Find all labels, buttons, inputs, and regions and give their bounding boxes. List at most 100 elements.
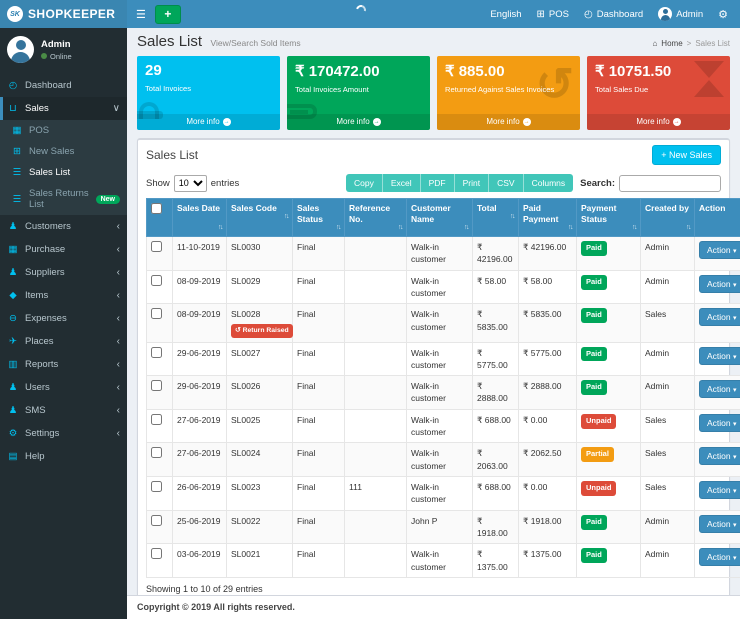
more-info-link[interactable]: More info→ [137, 114, 280, 130]
sidebar-item-sms[interactable]: ♟SMS‹ [0, 399, 127, 422]
sort-icon[interactable]: ↑↓ [568, 223, 572, 232]
column-header-customer-name[interactable]: Customer Name↑↓ [407, 199, 473, 237]
payment-status-badge: Paid [581, 308, 607, 323]
action-button[interactable]: Action ▾ [699, 481, 740, 499]
sidebar-item-places[interactable]: ✈Places‹ [0, 330, 127, 353]
search-input[interactable] [619, 175, 721, 192]
row-checkbox[interactable] [151, 380, 162, 391]
sort-icon[interactable]: ↑↓ [464, 223, 468, 232]
row-checkbox[interactable] [151, 308, 162, 319]
sidebar-user-panel: Admin Online [0, 28, 127, 72]
panel-title: Sales List [146, 148, 198, 162]
print-button[interactable]: Print [455, 174, 489, 192]
column-header-sales-status[interactable]: Sales Status↑↓ [293, 199, 345, 237]
column-header-created-by[interactable]: Created by↑↓ [641, 199, 695, 237]
sidebar-item-suppliers[interactable]: ♟Suppliers‹ [0, 261, 127, 284]
panel-header: Sales List + New Sales [138, 140, 729, 170]
cogs-icon[interactable]: ⚙ [718, 8, 728, 21]
sidebar-item-dashboard[interactable]: ◴Dashboard [0, 74, 127, 97]
infobox-total-invoices: 29Total InvoicesMore info→ [137, 56, 280, 130]
more-info-link[interactable]: More info→ [287, 114, 430, 130]
sidebar-item-items[interactable]: ◆Items‹ [0, 284, 127, 307]
row-checkbox[interactable] [151, 414, 162, 425]
sidebar-item-new-sales[interactable]: ⊞New Sales [0, 141, 127, 162]
csv-button[interactable]: CSV [489, 174, 523, 192]
row-checkbox[interactable] [151, 481, 162, 492]
row-checkbox[interactable] [151, 515, 162, 526]
sort-icon[interactable]: ↑↓ [510, 212, 514, 221]
customer-cell: Walk-in customer [407, 409, 473, 443]
sort-icon[interactable]: ↑↓ [398, 223, 402, 232]
sidebar-item-pos[interactable]: ▦POS [0, 120, 127, 141]
action-button[interactable]: Action ▾ [699, 347, 740, 365]
sidebar-item-users[interactable]: ♟Users‹ [0, 376, 127, 399]
action-cell: Action ▾ [695, 342, 740, 376]
action-button[interactable]: Action ▾ [699, 515, 740, 533]
sidebar-item-expenses[interactable]: ⊖Expenses‹ [0, 307, 127, 330]
sidebar-item-help[interactable]: ▤Help [0, 445, 127, 468]
sidebar-item-label: Sales List [29, 167, 70, 178]
column-header-paid-payment[interactable]: Paid Payment↑↓ [519, 199, 577, 237]
action-button[interactable]: Action ▾ [699, 548, 740, 566]
select-all-checkbox[interactable] [151, 203, 162, 214]
action-button[interactable]: Action ▾ [699, 308, 740, 326]
sidebar-item-sales-list[interactable]: ☰Sales List [0, 162, 127, 183]
row-checkbox[interactable] [151, 347, 162, 358]
column-header-sales-date[interactable]: Sales Date↑↓ [173, 199, 227, 237]
paid-payment-cell: ₹ 42196.00 [519, 237, 577, 271]
sidebar-item-sales-returns-list[interactable]: ☰Sales Returns ListNew [0, 183, 127, 215]
sales-date-cell: 08-09-2019 [173, 304, 227, 342]
breadcrumb-home[interactable]: Home [661, 39, 682, 48]
sales-date-cell: 25-06-2019 [173, 510, 227, 544]
more-info-link[interactable]: More info→ [437, 114, 580, 130]
action-cell: Action ▾ [695, 409, 740, 443]
action-button[interactable]: Action ▾ [699, 275, 740, 293]
new-sales-button[interactable]: + New Sales [652, 145, 721, 165]
sidebar-item-reports[interactable]: ▥Reports‹ [0, 353, 127, 376]
column-header-reference-no-[interactable]: Reference No.↑↓ [345, 199, 407, 237]
columns-button[interactable]: Columns [524, 174, 574, 192]
user-menu[interactable]: Admin [658, 7, 703, 21]
column-header-payment-status[interactable]: Payment Status↑↓ [577, 199, 641, 237]
table-row: 27-06-2019SL0024FinalWalk-in customer₹ 2… [147, 443, 740, 477]
sidebar-item-sales[interactable]: ⊔Sales∨ [0, 97, 127, 120]
quick-add-button[interactable]: + [155, 5, 181, 24]
sort-icon[interactable]: ↑↓ [218, 223, 222, 232]
reference-cell [345, 510, 407, 544]
sidebar-item-settings[interactable]: ⚙Settings‹ [0, 422, 127, 445]
action-button[interactable]: Action ▾ [699, 414, 740, 432]
excel-button[interactable]: Excel [383, 174, 421, 192]
total-cell: ₹ 1918.00 [473, 510, 519, 544]
sort-icon[interactable]: ↑↓ [632, 223, 636, 232]
brand-logo[interactable]: SK SHOPKEEPER [0, 0, 127, 28]
reference-cell [345, 544, 407, 578]
sort-icon[interactable]: ↑↓ [336, 223, 340, 232]
dashboard-link[interactable]: ◴ Dashboard [584, 9, 643, 20]
row-checkbox[interactable] [151, 548, 162, 559]
sms-icon: ♟ [7, 405, 19, 416]
row-checkbox[interactable] [151, 447, 162, 458]
action-button[interactable]: Action ▾ [699, 447, 740, 465]
page-subtitle: View/Search Sold Items [211, 38, 301, 48]
sort-icon[interactable]: ↑↓ [284, 212, 288, 221]
copy-button[interactable]: Copy [346, 174, 383, 192]
pdf-button[interactable]: PDF [421, 174, 455, 192]
action-cell: Action ▾ [695, 304, 740, 342]
row-checkbox[interactable] [151, 275, 162, 286]
table-row: 08-09-2019SL0028↺ Return RaisedFinalWalk… [147, 304, 740, 342]
sidebar-item-customers[interactable]: ♟Customers‹ [0, 215, 127, 238]
created-by-cell: Admin [641, 376, 695, 410]
hamburger-icon[interactable]: ☰ [127, 8, 155, 21]
column-header-sales-code[interactable]: Sales Code↑↓ [227, 199, 293, 237]
paid-payment-cell: ₹ 1918.00 [519, 510, 577, 544]
page-length-select[interactable]: 10 [174, 175, 207, 192]
sidebar-item-purchase[interactable]: ▦Purchase‹ [0, 238, 127, 261]
more-info-link[interactable]: More info→ [587, 114, 730, 130]
row-checkbox[interactable] [151, 241, 162, 252]
sort-icon[interactable]: ↑↓ [686, 223, 690, 232]
action-button[interactable]: Action ▾ [699, 241, 740, 259]
column-header-total[interactable]: Total↑↓ [473, 199, 519, 237]
language-menu[interactable]: English [490, 9, 521, 20]
action-button[interactable]: Action ▾ [699, 380, 740, 398]
pos-link[interactable]: ⊞ POS [537, 9, 569, 20]
